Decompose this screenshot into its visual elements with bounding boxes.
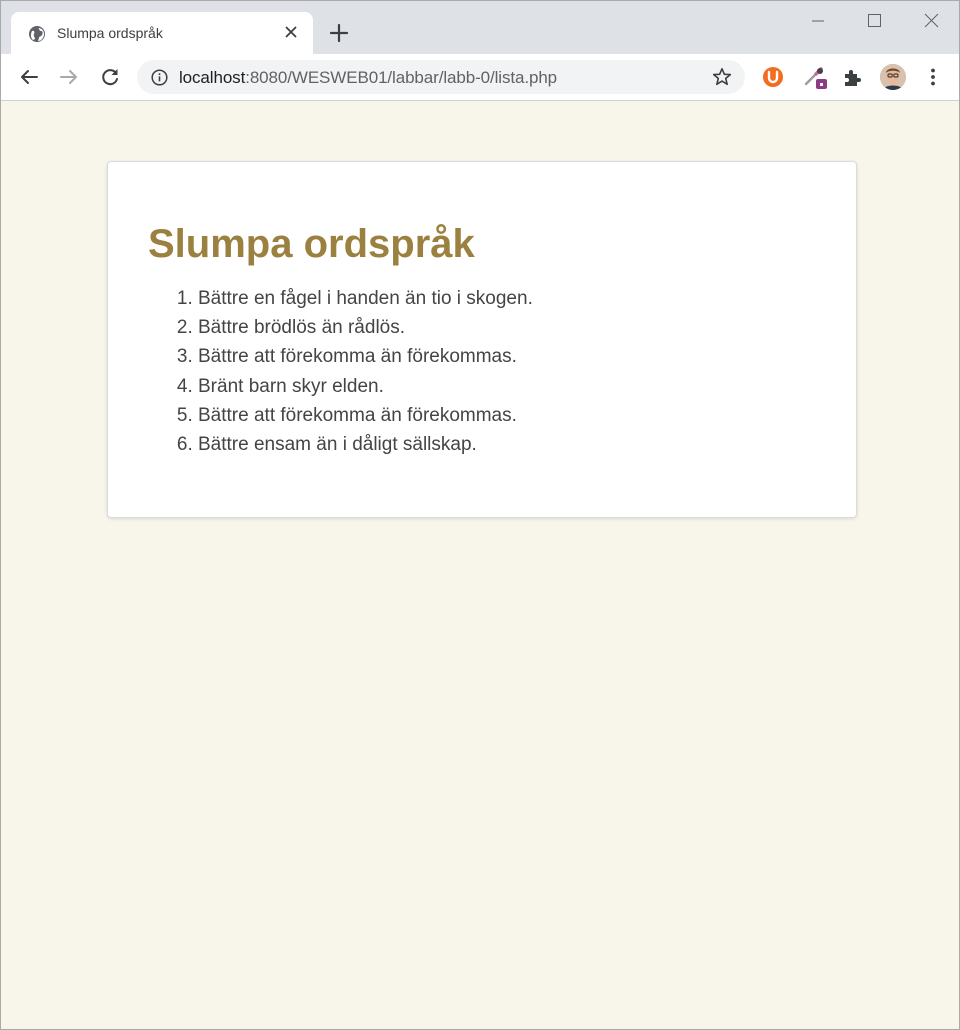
url-host: localhost: [179, 68, 246, 87]
profile-photo-icon: [880, 64, 906, 90]
list-item: Bättre en fågel i handen än tio i skogen…: [198, 284, 533, 313]
close-window-icon[interactable]: [916, 9, 946, 33]
list-item: Bättre att förekomma än förekommas.: [198, 342, 533, 371]
maximize-window-icon[interactable]: [859, 9, 889, 33]
close-tab-icon[interactable]: [283, 24, 299, 40]
url-path: :8080/WESWEB01/labbar/labb-0/lista.php: [245, 68, 558, 87]
list-item: Bättre att förekomma än förekommas.: [198, 401, 533, 430]
url-text[interactable]: localhost:8080/WESWEB01/labbar/labb-0/li…: [179, 68, 557, 88]
page-title: Slumpa ordspråk: [148, 222, 475, 266]
list-item: Bättre brödlös än rådlös.: [198, 313, 533, 342]
proverb-list: Bättre en fågel i handen än tio i skogen…: [158, 284, 533, 459]
content-card: Slumpa ordspråk Bättre en fågel i handen…: [107, 161, 857, 518]
minimize-window-icon[interactable]: [803, 9, 833, 33]
list-item: Bättre ensam än i dåligt sällskap.: [198, 430, 533, 459]
new-tab-plus-icon[interactable]: [327, 21, 351, 45]
globe-icon: [29, 26, 45, 42]
forward-arrow-icon[interactable]: [55, 63, 83, 91]
tab-slumpa-ordsprak[interactable]: Slumpa ordspråk: [11, 12, 313, 54]
tab-strip: Slumpa ordspråk: [1, 1, 959, 54]
ublock-icon[interactable]: [761, 65, 785, 89]
address-bar[interactable]: localhost:8080/WESWEB01/labbar/labb-0/li…: [137, 60, 745, 94]
page-viewport: Slumpa ordspråk Bättre en fågel i handen…: [1, 101, 959, 1029]
tab-title: Slumpa ordspråk: [57, 25, 163, 41]
profile-avatar[interactable]: [880, 64, 906, 90]
site-info-icon[interactable]: [151, 69, 168, 86]
browser-toolbar: localhost:8080/WESWEB01/labbar/labb-0/li…: [1, 54, 959, 101]
reload-icon[interactable]: [96, 63, 124, 91]
puzzle-extensions-icon[interactable]: [841, 65, 865, 89]
kebab-menu-icon[interactable]: [919, 63, 947, 91]
browser-window: Slumpa ordspråk localhost:8080/WESWEB01/…: [0, 0, 960, 1030]
bookmark-star-icon[interactable]: [712, 67, 732, 87]
back-arrow-icon[interactable]: [15, 63, 43, 91]
color-picker-extension-icon[interactable]: [803, 65, 827, 89]
list-item: Bränt barn skyr elden.: [198, 372, 533, 401]
